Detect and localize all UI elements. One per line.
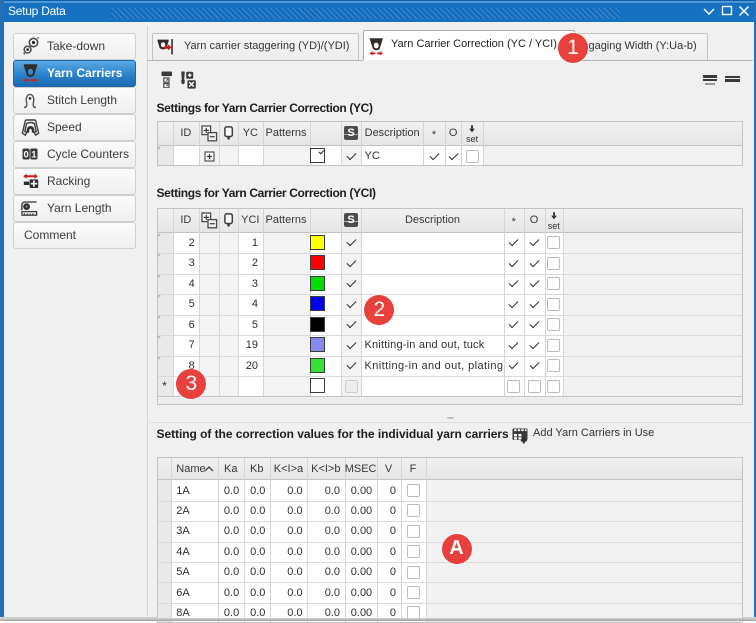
svg-text:1: 1 [31, 150, 37, 161]
svg-text:0: 0 [23, 150, 28, 161]
